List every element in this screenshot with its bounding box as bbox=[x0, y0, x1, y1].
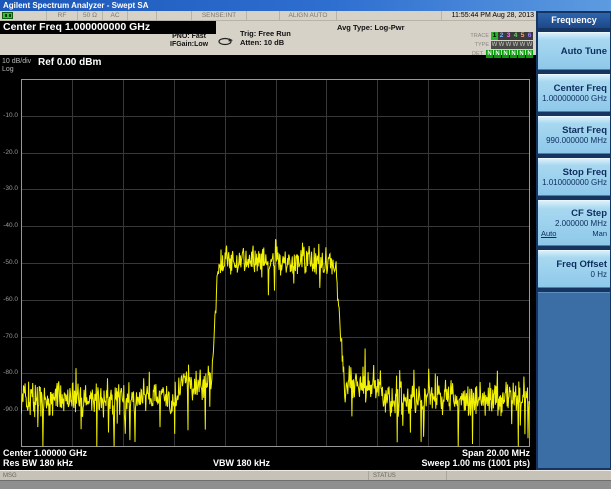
start-freq-value: 990.000000 MHz bbox=[546, 136, 607, 146]
trace-type-indicator: W bbox=[512, 41, 519, 49]
amplitude-axis-labels: -10.0 -20.0 -30.0 -40.0 -50.0 -60.0 -70.0 -80.0… bbox=[0, 79, 19, 447]
cf-step-man-option[interactable]: Man bbox=[592, 229, 607, 238]
trace-type-indicator: W bbox=[526, 41, 533, 49]
y-tick-label: -50.0 bbox=[0, 259, 18, 266]
scale-readout: 10 dB/div Log bbox=[2, 58, 31, 74]
trigger-label: Trig: Free Run bbox=[240, 29, 291, 38]
trigger-atten-readout: Trig: Free Run Atten: 10 dB bbox=[240, 29, 291, 47]
status-cell-ac: AC bbox=[103, 11, 128, 20]
trace-1-indicator: 1 bbox=[491, 32, 498, 40]
status-cell-50-: 50 Ω bbox=[78, 11, 103, 20]
softkey-center-freq[interactable]: Center Freq1.000000000 GHz bbox=[538, 74, 610, 112]
window-title: Agilent Spectrum Analyzer - Swept SA bbox=[0, 0, 611, 11]
sweep-annotation: Sweep 1.00 ms (1001 pts) bbox=[421, 458, 530, 468]
datetime-readout: 11:55:44 PM Aug 28, 2013 bbox=[442, 11, 536, 20]
trace-type-indicator: W bbox=[505, 41, 512, 49]
measurement-bar: Center Freq 1.000000000 GHz PNO: Fast IF… bbox=[0, 21, 536, 55]
status-cell-9 bbox=[337, 11, 442, 20]
stop-freq-label: Stop Freq bbox=[563, 167, 607, 178]
res-bw-annotation: Res BW 180 kHz bbox=[3, 458, 73, 468]
bottom-strip bbox=[0, 480, 611, 489]
softkey-cf-step[interactable]: CF Step2.000000 MHzAuto Man bbox=[538, 200, 610, 246]
annotation-row-1: Center 1.00000 GHz Span 20.00 MHz bbox=[3, 448, 530, 458]
cf-step-label: CF Step bbox=[571, 208, 607, 219]
atten-label: Atten: 10 dB bbox=[240, 38, 291, 47]
y-tick-label: -30.0 bbox=[0, 185, 18, 192]
trace-status-panel: TRACE123456TYPEWWWWWWDETNNNNNN bbox=[470, 32, 533, 59]
avg-type-label: Avg Type: Log-Pwr bbox=[337, 23, 405, 32]
freq-offset-value: 0 Hz bbox=[591, 270, 607, 280]
trace-type-indicator: W bbox=[498, 41, 505, 49]
y-tick-label: -40.0 bbox=[0, 222, 18, 229]
graticule-and-trace bbox=[21, 79, 530, 447]
continuous-sweep-icon bbox=[217, 33, 233, 51]
status-cell-sense-int: SENSE:INT bbox=[192, 11, 247, 20]
trace-detector-indicator: N bbox=[518, 50, 525, 58]
trace-detector-indicator: N bbox=[494, 50, 501, 58]
y-tick-label: -70.0 bbox=[0, 333, 18, 340]
trace-detector-indicator: N bbox=[526, 50, 533, 58]
cf-step-value: 2.000000 MHz bbox=[555, 219, 607, 229]
auto-tune-label: Auto Tune bbox=[561, 46, 607, 57]
log-scale-label: Log bbox=[2, 66, 31, 74]
spectrum-display bbox=[21, 79, 530, 447]
trace-type-indicator: W bbox=[519, 41, 526, 49]
trace-2-indicator: 2 bbox=[498, 32, 505, 40]
menu-title: Frequency bbox=[538, 13, 610, 28]
trace-5-indicator: 5 bbox=[519, 32, 526, 40]
softkey-freq-offset[interactable]: Freq Offset0 Hz bbox=[538, 250, 610, 288]
annotation-row-2: Res BW 180 kHz VBW 180 kHz Sweep 1.00 ms… bbox=[3, 458, 530, 468]
status-cell-5 bbox=[157, 11, 192, 20]
trace-3-indicator: 3 bbox=[505, 32, 512, 40]
db-per-div-label: 10 dB/div bbox=[2, 58, 31, 66]
y-tick-label: -90.0 bbox=[0, 406, 18, 413]
y-tick-label: -10.0 bbox=[0, 112, 18, 119]
freq-offset-label: Freq Offset bbox=[556, 259, 607, 270]
vbw-annotation: VBW 180 kHz bbox=[213, 458, 270, 468]
pno-ifgain-readout: PNO: Fast IFGain:Low bbox=[170, 33, 208, 49]
start-freq-label: Start Freq bbox=[562, 125, 607, 136]
trace-detector-indicator: N bbox=[510, 50, 517, 58]
lxi-io-indicator bbox=[2, 12, 13, 19]
softkey-auto-tune[interactable]: Auto Tune bbox=[538, 32, 610, 70]
center-freq-value: 1.000000000 GHz bbox=[542, 94, 607, 104]
softkey-menu: Frequency Auto Tune Center Freq1.00000000… bbox=[536, 11, 611, 470]
lxi-cell bbox=[0, 11, 47, 20]
y-tick-label: -20.0 bbox=[0, 149, 18, 156]
status-cell-7 bbox=[247, 11, 280, 20]
y-tick-label: -80.0 bbox=[0, 369, 18, 376]
message-bar: MSG STATUS bbox=[0, 470, 611, 480]
pno-label: PNO: Fast bbox=[170, 33, 208, 41]
span-annotation: Span 20.00 MHz bbox=[462, 448, 530, 458]
status-cell-4 bbox=[128, 11, 157, 20]
trace-4-indicator: 4 bbox=[512, 32, 519, 40]
status-cell-rf: RF bbox=[47, 11, 78, 20]
softkey-stop-freq[interactable]: Stop Freq1.010000000 GHz bbox=[538, 158, 610, 196]
status-strip: RF50 ΩAC SENSE:INT ALIGN AUTO 11:55:44 PM A… bbox=[0, 11, 536, 21]
center-freq-label: Center Freq bbox=[554, 83, 607, 94]
trace-detector-indicator: N bbox=[502, 50, 509, 58]
stop-freq-value: 1.010000000 GHz bbox=[542, 178, 607, 188]
trace-type-indicator: W bbox=[491, 41, 498, 49]
center-freq-annotation: Center 1.00000 GHz bbox=[3, 448, 87, 458]
trace-1 bbox=[21, 239, 530, 446]
spectrum-analyzer-window: Agilent Spectrum Analyzer - Swept SA RF5… bbox=[0, 0, 611, 489]
trace-6-indicator: 6 bbox=[526, 32, 533, 40]
y-tick-label: -60.0 bbox=[0, 296, 18, 303]
cf-step-auto-option[interactable]: Auto bbox=[541, 229, 556, 238]
softkey-start-freq[interactable]: Start Freq990.000000 MHz bbox=[538, 116, 610, 154]
status-cell-align-auto: ALIGN AUTO bbox=[280, 11, 337, 20]
ifgain-label: IFGain:Low bbox=[170, 41, 208, 49]
trace-detector-indicator: N bbox=[486, 50, 493, 58]
ref-level-label: Ref 0.00 dBm bbox=[38, 57, 101, 68]
softkey-blank-area bbox=[538, 292, 610, 468]
